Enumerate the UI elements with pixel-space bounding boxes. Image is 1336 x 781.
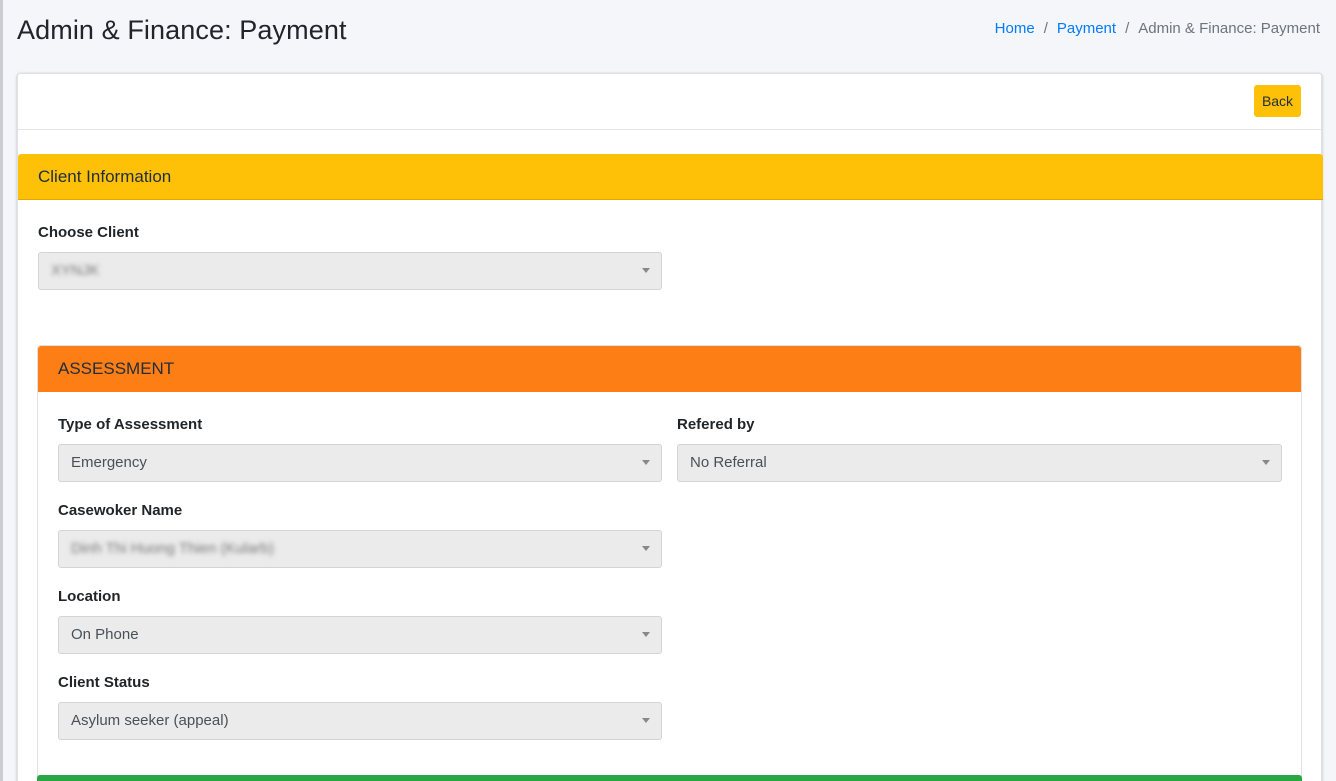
location-value: On Phone xyxy=(71,626,139,643)
breadcrumb-current: Admin & Finance: Payment xyxy=(1138,20,1320,37)
choose-client-select[interactable]: XYNJK xyxy=(38,252,662,290)
location-select[interactable]: On Phone xyxy=(58,616,662,654)
choose-client-value: XYNJK xyxy=(51,262,100,279)
page-title: Admin & Finance: Payment xyxy=(17,15,347,45)
chevron-down-icon xyxy=(642,460,650,465)
location-label: Location xyxy=(58,588,121,605)
breadcrumb: Home / Payment / Admin & Finance: Paymen… xyxy=(995,20,1320,37)
caseworker-name-value: Dinh Thi Huong Thien (Kularb) xyxy=(71,540,274,557)
breadcrumb-separator: / xyxy=(1125,20,1130,37)
assessment-section: ASSESSMENT Type of Assessment Emergency … xyxy=(37,345,1302,781)
type-of-assessment-value: Emergency xyxy=(71,454,147,471)
type-of-assessment-select[interactable]: Emergency xyxy=(58,444,662,482)
type-of-assessment-label: Type of Assessment xyxy=(58,416,203,433)
client-information-header: Client Information xyxy=(18,154,1323,200)
payment-card: Back Client Information Choose Client XY… xyxy=(17,73,1323,781)
assessment-header: ASSESSMENT xyxy=(38,346,1301,392)
client-status-label: Client Status xyxy=(58,674,150,691)
referred-by-label: Refered by xyxy=(677,416,755,433)
breadcrumb-home-link[interactable]: Home xyxy=(995,20,1035,37)
client-information-section: Client Information xyxy=(18,154,1323,200)
chevron-down-icon xyxy=(642,632,650,637)
client-status-value: Asylum seeker (appeal) xyxy=(71,712,229,729)
breadcrumb-payment-link[interactable]: Payment xyxy=(1057,20,1116,37)
chevron-down-icon xyxy=(642,546,650,551)
caseworker-name-select[interactable]: Dinh Thi Huong Thien (Kularb) xyxy=(58,530,662,568)
window-edge xyxy=(0,0,3,781)
client-status-select[interactable]: Asylum seeker (appeal) xyxy=(58,702,662,740)
chevron-down-icon xyxy=(642,718,650,723)
chevron-down-icon xyxy=(1262,460,1270,465)
card-header: Back xyxy=(18,74,1321,130)
back-button[interactable]: Back xyxy=(1254,85,1301,117)
referred-by-select[interactable]: No Referral xyxy=(677,444,1282,482)
caseworker-name-label: Casewoker Name xyxy=(58,502,183,519)
referred-by-value: No Referral xyxy=(690,454,767,471)
choose-client-label: Choose Client xyxy=(38,224,139,241)
breadcrumb-separator: / xyxy=(1043,20,1048,37)
chevron-down-icon xyxy=(642,268,650,273)
next-section-header xyxy=(37,775,1302,781)
